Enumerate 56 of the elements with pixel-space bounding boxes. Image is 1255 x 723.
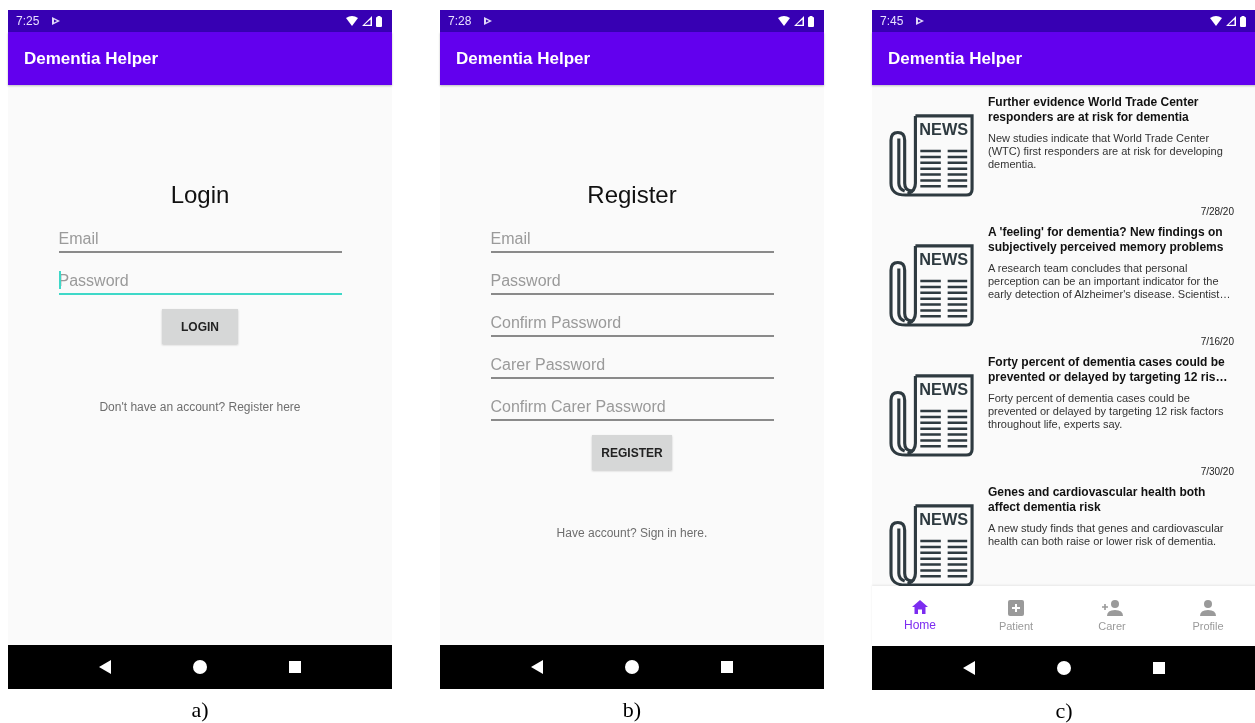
back-icon[interactable] (531, 660, 543, 674)
submit-button[interactable]: LOGIN (162, 309, 238, 344)
signal-icon (1226, 16, 1236, 26)
home-circle-icon[interactable] (625, 660, 639, 674)
account-link[interactable]: Don't have an account? Register here (99, 400, 301, 414)
back-icon[interactable] (963, 661, 975, 675)
wifi-icon (778, 16, 790, 26)
input-field[interactable]: Confirm Password (490, 301, 774, 337)
signal-icon (362, 16, 372, 26)
input-field[interactable]: Password (490, 259, 774, 295)
status-time: 7:45 (880, 14, 904, 28)
play-icon (915, 16, 926, 26)
article-title[interactable]: A 'feeling' for dementia? New findings on subjectively perceived memory problems (988, 225, 1234, 255)
back-icon[interactable] (99, 660, 111, 674)
wifi-icon (1210, 16, 1222, 26)
play-icon (51, 16, 62, 26)
play-icon (483, 16, 494, 26)
input-field[interactable]: Confirm Carer Password (490, 385, 774, 421)
input-field[interactable]: Email (58, 217, 342, 253)
wifi-icon (346, 16, 358, 26)
form-heading: Login (170, 181, 230, 209)
submit-button[interactable]: REGISTER (592, 435, 672, 470)
signal-icon (794, 16, 804, 26)
article-date: 7/30/20 (1200, 466, 1234, 477)
figure-caption: b) (622, 697, 642, 723)
app-title: Dementia Helper (888, 48, 1023, 69)
status-time: 7:25 (16, 14, 40, 28)
article-title[interactable]: Genes and cardiovascular health both affect dementia risk (988, 485, 1234, 515)
add-person-icon (1101, 600, 1123, 616)
figure-caption: c) (1055, 698, 1073, 723)
article-summary: A new study finds that genes and cardiovascular health can both raise or lower risk of dementia. (988, 522, 1225, 548)
article-summary: A research team concludes that personal perception can be an important indicator for the early detection of Alzheimer's disease. Scientist… (988, 262, 1232, 301)
input-field[interactable]: Carer Password (490, 343, 774, 379)
status-time: 7:28 (448, 14, 472, 28)
article-date: 7/28/20 (1200, 206, 1234, 217)
figure-caption: a) (191, 697, 209, 723)
home-circle-icon[interactable] (193, 660, 207, 674)
form-heading: Register (587, 181, 677, 209)
article-summary: Forty percent of dementia cases could be prevented or delayed by targeting 12 risk factors throughout life, experts say. (988, 392, 1225, 431)
app-title: Dementia Helper (24, 48, 159, 69)
home-circle-icon[interactable] (1057, 661, 1071, 675)
person-icon (1200, 600, 1216, 616)
app-title: Dementia Helper (456, 48, 591, 69)
account-link[interactable]: Have account? Sign in here. (556, 526, 708, 540)
input-field[interactable]: Password (58, 259, 342, 295)
battery-icon (1240, 15, 1246, 27)
article-title[interactable]: Further evidence World Trade Center responders are at risk for dementia (988, 95, 1234, 125)
home-icon (912, 600, 928, 614)
nav-tab[interactable]: Home (872, 586, 968, 646)
input-field[interactable]: Email (490, 217, 774, 253)
plus-square-icon (1008, 600, 1024, 616)
battery-icon (376, 15, 382, 27)
article-date: 7/16/20 (1200, 336, 1234, 347)
article-title[interactable]: Forty percent of dementia cases could be prevented or delayed by targeting 12 ris… (988, 355, 1234, 385)
article-summary: New studies indicate that World Trade Center (WTC) first responders are at risk for developing dementia. (988, 132, 1224, 171)
battery-icon (808, 15, 814, 27)
